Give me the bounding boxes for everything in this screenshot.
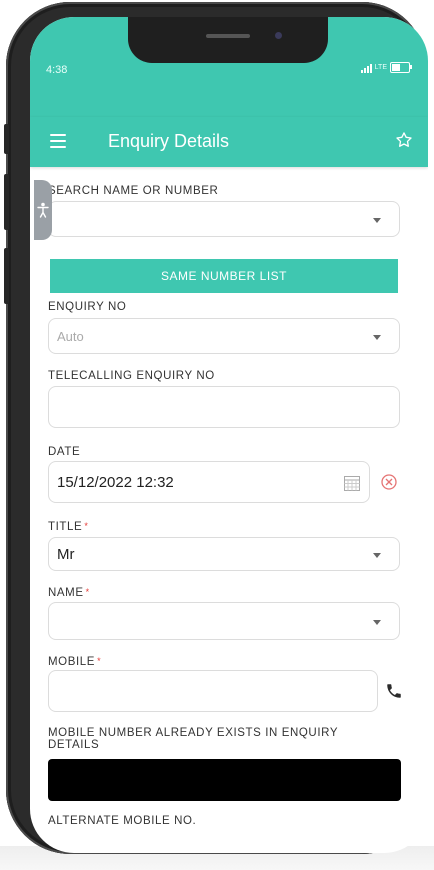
front-camera [275,32,282,39]
enquiry-no-select[interactable]: Auto [48,318,400,354]
search-name-or-number-select[interactable] [48,201,400,237]
clear-date-icon[interactable] [379,472,399,492]
hamburger-menu-icon[interactable] [50,134,66,148]
dropdown-caret-icon [373,218,381,223]
mobile-input[interactable] [48,670,378,712]
search-label: SEARCH NAME OR NUMBER [48,185,219,197]
title-select[interactable]: Mr [48,537,400,571]
required-marker: * [84,521,89,531]
date-label: DATE [48,446,81,458]
accessibility-icon [37,202,49,218]
alternate-mobile-label: ALTERNATE MOBILE NO. [48,815,197,827]
title-label-text: TITLE [48,521,83,533]
name-label-text: NAME [48,587,84,599]
volume-up-button [4,174,9,230]
network-type: LTE [374,64,387,71]
title-label: TITLE * [48,521,88,533]
required-marker: * [85,587,90,597]
phone-call-icon[interactable] [385,682,403,700]
mute-switch [4,124,9,154]
speaker-grille [206,34,250,38]
required-marker: * [97,656,102,666]
mobile-label-text: MOBILE [48,656,96,668]
status-time: 4:38 [46,64,68,76]
signal-icon [360,63,372,73]
name-label: NAME * [48,587,90,599]
date-value: 15/12/2022 12:32 [57,474,174,491]
battery-icon [390,62,412,73]
date-input[interactable]: 15/12/2022 12:32 [48,461,370,503]
mobile-label: MOBILE * [48,656,101,668]
dropdown-caret-icon [373,335,381,340]
existing-enquiry-panel [48,759,401,801]
same-number-list-button[interactable]: SAME NUMBER LIST [50,259,398,293]
calendar-icon[interactable] [343,474,361,492]
enquiry-no-placeholder: Auto [57,329,84,344]
star-outline-icon[interactable] [394,130,414,150]
enquiry-no-label: ENQUIRY NO [48,301,127,313]
mobile-exists-notice: MOBILE NUMBER ALREADY EXISTS IN ENQUIRY … [48,727,338,751]
status-icons: LTE [360,62,412,73]
accessibility-tab[interactable] [34,180,52,240]
dropdown-caret-icon [373,620,381,625]
page-title: Enquiry Details [108,131,230,151]
volume-down-button [4,248,9,304]
telecalling-enquiry-no-label: TELECALLING ENQUIRY NO [48,370,215,382]
telecalling-enquiry-no-input[interactable] [48,386,400,428]
title-value: Mr [57,546,75,563]
dropdown-caret-icon [373,553,381,558]
name-select[interactable] [48,602,400,640]
phone-frame: 4:38 LTE Enquiry Details SEARCH NAME OR … [4,2,428,854]
app-bar: Enquiry Details [30,117,428,167]
phone-screen: 4:38 LTE Enquiry Details SEARCH NAME OR … [30,17,428,853]
notch [128,17,328,63]
